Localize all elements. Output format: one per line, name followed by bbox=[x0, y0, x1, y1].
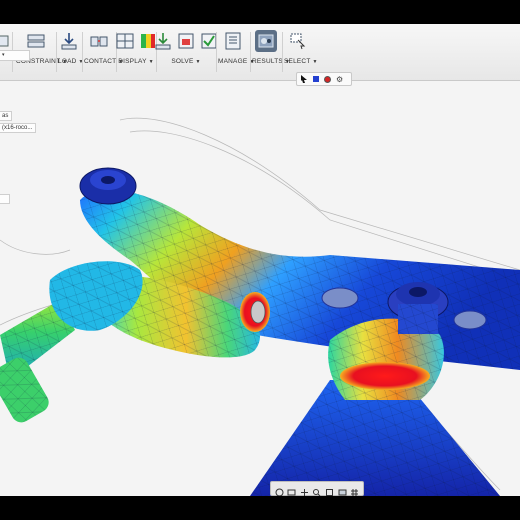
browser-item[interactable]: as bbox=[0, 111, 13, 121]
display-grid-icon bbox=[115, 30, 135, 52]
results-label: RESULTS bbox=[252, 58, 283, 65]
fit-icon[interactable] bbox=[325, 484, 334, 496]
probe-icon[interactable] bbox=[324, 75, 331, 83]
load-label: LOAD bbox=[58, 58, 77, 65]
selection-filter-panel[interactable]: ⚙ bbox=[296, 72, 352, 86]
grid-settings-icon[interactable] bbox=[350, 484, 359, 496]
select-icon bbox=[286, 30, 308, 52]
arm-slot bbox=[321, 287, 359, 309]
toolbar-group-results[interactable]: RESULTS ▼ bbox=[252, 28, 290, 76]
simulation-viewport[interactable] bbox=[0, 80, 520, 496]
fusion-simulation-workspace: CONSTRAINT▼ LOAD▼ CONTACT▼ DISPLAY▼ bbox=[0, 24, 520, 496]
manage-label: MANAGE bbox=[218, 58, 248, 65]
look-at-icon[interactable] bbox=[287, 484, 296, 496]
toolbar-group-solve[interactable]: SOLVE ▼ bbox=[155, 28, 217, 76]
load-icon bbox=[58, 30, 80, 52]
display-label: DISPLAY bbox=[118, 58, 147, 65]
results-icon bbox=[255, 30, 277, 52]
browser-item[interactable]: (x16-roco... bbox=[0, 123, 37, 133]
ribbon-toolbar: CONSTRAINT▼ LOAD▼ CONTACT▼ DISPLAY▼ bbox=[0, 24, 520, 81]
constraint-icon bbox=[25, 30, 47, 52]
toolbar-group-select[interactable]: SELECT ▼ bbox=[284, 28, 317, 76]
orbit-icon[interactable] bbox=[275, 484, 284, 496]
solve-label: SOLVE bbox=[171, 58, 194, 65]
browser-item-partial[interactable] bbox=[0, 194, 10, 204]
stress-contour-model bbox=[0, 117, 520, 496]
contact-label: CONTACT bbox=[84, 58, 117, 65]
cursor-icon[interactable] bbox=[301, 75, 308, 83]
select-label: SELECT bbox=[284, 58, 311, 65]
edit-icon bbox=[0, 30, 12, 52]
arm-slot bbox=[453, 310, 487, 330]
toolbar-group-load[interactable]: LOAD▼ bbox=[58, 28, 83, 76]
manage-icon bbox=[222, 30, 244, 52]
gear-icon[interactable]: ⚙ bbox=[336, 75, 343, 84]
pan-icon[interactable] bbox=[300, 484, 309, 496]
toolbar-group-display[interactable]: DISPLAY ▼ bbox=[115, 28, 155, 76]
color-square-icon[interactable] bbox=[313, 76, 319, 82]
solve-icon bbox=[153, 30, 173, 52]
viewport-navigation-bar bbox=[270, 481, 364, 496]
dropdown-caret-icon: ▾ bbox=[2, 52, 5, 58]
stress-hotspot bbox=[340, 362, 430, 390]
precheck-icon bbox=[176, 30, 196, 52]
display-settings-icon[interactable] bbox=[338, 484, 347, 496]
browser-item-partial[interactable]: ▾ bbox=[0, 50, 30, 61]
toolbar-group-contact[interactable]: CONTACT ▼ bbox=[84, 28, 123, 76]
contact-icon bbox=[88, 30, 110, 52]
toolbar-group-manage[interactable]: MANAGE ▼ bbox=[218, 28, 254, 76]
zoom-icon[interactable] bbox=[312, 484, 321, 496]
